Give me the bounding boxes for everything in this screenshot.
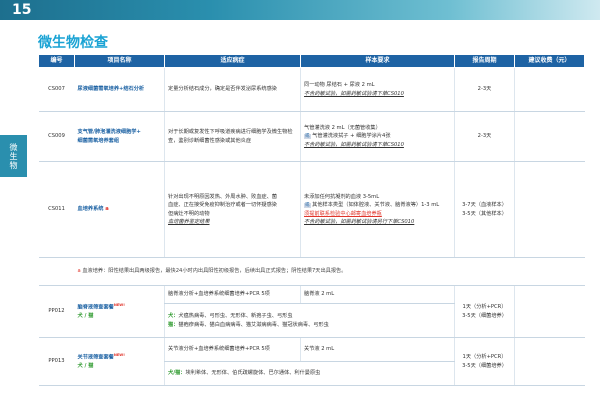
table-row: CS011 血培养系统 a 针对出现不明原因发热、外周水肿、败血症、菌 血症、正… [38,161,585,258]
name-line: 支气管/肺泡灌洗液细胞学+ [77,129,141,136]
footnote-marker: a [105,206,109,213]
period-line: 3-5天（其他样本） [462,210,507,217]
row-name: 关节液筛查套餐NEW! 犬 / 猫 [74,337,165,386]
table-row: CS009 支气管/肺泡灌洗液细胞学+ 细菌需氧培养套组 对于长期或复发性下呼吸… [38,111,585,162]
col-code: 编号 [38,54,75,68]
footnote: a 血液培养：阳性结果出具两级报告，最快24小时内出具阳性初级报告，后续出具正式… [74,257,585,286]
row-period: 1天（分析+PCR） 3-5天（细菌培养） [454,337,515,386]
row-code: CS007 [38,67,75,112]
new-badge: NEW! [113,353,125,358]
panel-sample: 脑脊液 2 mL [300,285,455,304]
row-code: CS009 [38,111,75,162]
panel-analysis: 关节液分析+血培养系统细菌培养+PCR 5项 [164,337,301,362]
sample-note: 不含药敏试验，如需药敏试验请下单CS010 [304,141,404,148]
table-row: PP013 关节液筛查套餐NEW! 犬 / 猫 关节液分析+血培养系统细菌培养+… [38,337,585,386]
indication-note: 血培菌养鉴定结果 [168,218,210,225]
row-name: 血培养系统 a [74,161,165,258]
period-line: 1天（分析+PCR） [462,354,507,361]
panel-name: 关节液筛查套餐 [77,354,114,361]
row-period: 2-3天 [454,67,515,112]
row-period: 3-7天（血液样本） 3-5天（其他样本） [454,161,515,258]
row-indication: 针对出现不明原因发热、外周水肿、败血症、菌 血症、正在接受免疫抑制治疗或者一切怀… [164,161,301,258]
panel-pathogens: 犬/猫：埃利希体、无形体、伯氏疏螺旋体、巴尔通体、利什曼原虫 [164,361,455,386]
col-indication: 适应病症 [164,54,301,68]
row-price [514,111,585,162]
footnote-row: a 血液培养：阳性结果出具两级报告，最快24小时内出具阳性初级报告，后续出具正式… [38,257,585,286]
panel-analysis: 脑脊液分析+血培养系统细菌培养+PCR 5项 [164,285,301,304]
row-price [514,67,585,112]
panel-sample: 关节液 2 mL [300,337,455,362]
panel-pathogens: 犬：犬瘟热病毒、弓形虫、无形体、新孢子虫、弓形虫 猫：猫疱疹病毒、猫白血病病毒、… [164,303,455,338]
footnote-text: 血液培养：阳性结果出具两级报告，最快24小时内出具阳性初级报告，后续出具正式报告… [82,268,347,275]
panel-name: 脑脊液筛查套餐 [77,304,114,311]
cat-pathogens: 猫疱疹病毒、猫白血病病毒、猫艾滋病病毒、猫冠状病毒、弓形虫 [178,321,329,328]
row-sample: 未添加任何抗凝剂的血液 3-5mL 或 其他样本类型（如体腔液、关节液、脑脊液等… [300,161,455,258]
or-mark: 或 [304,202,311,208]
row-indication: 对于长期或复发性下呼吸道疾病进行细胞学及微生物检查，鉴别诊断细菌性感染或其他炎症 [164,111,301,162]
species-dog: 犬 [77,362,83,369]
microbiology-table: 编号 项目名称 适应病症 样本要求 报告周期 建议收费（元） CS007 尿液细… [38,54,585,386]
row-name: 尿液细菌需氧培养+结石分析 [74,67,165,112]
sample-line: 同一动物 尿结石 + 尿液 2 mL [304,82,375,89]
row-price [514,285,585,338]
sample-note: 不含药敏试验，如需药敏试验请下单CS010 [304,90,404,97]
species: 犬 / 猫 [77,362,94,369]
species-dog: 犬 [77,312,83,319]
sample-line-text: 气管灌洗液拭子 + 细胞学涂片4张 [312,133,391,140]
dog-label: 犬： [168,313,179,320]
page-title: 微生物检查 [38,35,108,51]
row-name: 脑脊液筛查套餐NEW! 犬 / 猫 [74,285,165,338]
row-period: 1天（分析+PCR） 3-5天（细菌培养） [454,285,515,338]
table-header-row: 编号 项目名称 适应病症 样本要求 报告周期 建议收费（元） [38,54,585,68]
dogcat-label: 犬/猫： [168,370,186,377]
sample-line: 气管灌洗液 2 mL（无菌管收集） [304,124,381,131]
indication-line: 但病灶不明的动物 [168,210,210,217]
row-period: 2-3天 [454,111,515,162]
indication-line: 血症、正在接受免疫抑制治疗或者一切怀疑感染 [168,202,277,209]
period-line: 3-5天（细菌培养） [462,312,507,319]
row-sample: 气管灌洗液 2 mL（无菌管收集） 或 气管灌洗液拭子 + 细胞学涂片4张 不含… [300,111,455,162]
row-sample: 同一动物 尿结石 + 尿液 2 mL 不含药敏试验，如需药敏试验请下单CS010 [300,67,455,112]
name-text: 血培养系统 [77,206,104,213]
sample-line-text: 其他样本类型（如体腔液、关节液、脑脊液等）1-3 mL [312,201,440,208]
row-indication: 定量分析结石成分，确定是否伴发泌尿系统感染 [164,67,301,112]
period-line: 3-5天（细菌培养） [462,362,507,369]
new-badge: NEW! [113,303,125,308]
side-tab[interactable]: 微生物 [0,135,27,177]
footnote-spacer [38,257,75,286]
species: 犬 / 猫 [77,312,94,319]
col-name: 项目名称 [74,54,165,68]
or-mark: 或 [304,134,311,140]
dogcat-pathogens: 埃利希体、无形体、伯氏疏螺旋体、巴尔通体、利什曼原虫 [185,370,321,377]
sample-line: 或 气管灌洗液拭子 + 细胞学涂片4张 [304,132,451,141]
row-code: PP012 [38,285,75,338]
row-code: CS011 [38,161,75,258]
sample-warning: 须提前联系检验中心邮寄血培养瓶 [304,210,382,217]
col-sample: 样本要求 [300,54,455,68]
row-price [514,337,585,386]
period-line: 1天（分析+PCR） [462,304,507,311]
row-name: 支气管/肺泡灌洗液细胞学+ 细菌需氧培养套组 [74,111,165,162]
sample-line: 或 其他样本类型（如体腔液、关节液、脑脊液等）1-3 mL [304,201,451,210]
table-row: PP012 脑脊液筛查套餐NEW! 犬 / 猫 脑脊液分析+血培养系统细菌培养+… [38,285,585,338]
species-cat: 猫 [88,312,94,319]
period-line: 3-7天（血液样本） [462,202,507,209]
row-price [514,161,585,258]
sample-line: 未添加任何抗凝剂的血液 3-5mL [304,193,380,200]
species-cat: 猫 [88,362,94,369]
col-period: 报告周期 [454,54,515,68]
row-code: PP013 [38,337,75,386]
dog-pathogens: 犬瘟热病毒、弓形虫、无形体、新孢子虫、弓形虫 [178,313,293,320]
table-row: CS007 尿液细菌需氧培养+结石分析 定量分析结石成分，确定是否伴发泌尿系统感… [38,67,585,112]
name-line: 细菌需氧培养套组 [77,137,120,144]
col-price: 建议收费（元） [514,54,585,68]
indication-line: 针对出现不明原因发热、外周水肿、败血症、菌 [168,194,277,201]
header-bar: 15 [0,0,600,20]
footnote-symbol: a [77,268,81,275]
cat-label: 猫： [168,321,179,328]
sample-note: 不含药敏试验，如需药敏试验请另行下单CS010 [304,219,415,226]
page-number: 15 [12,2,32,18]
